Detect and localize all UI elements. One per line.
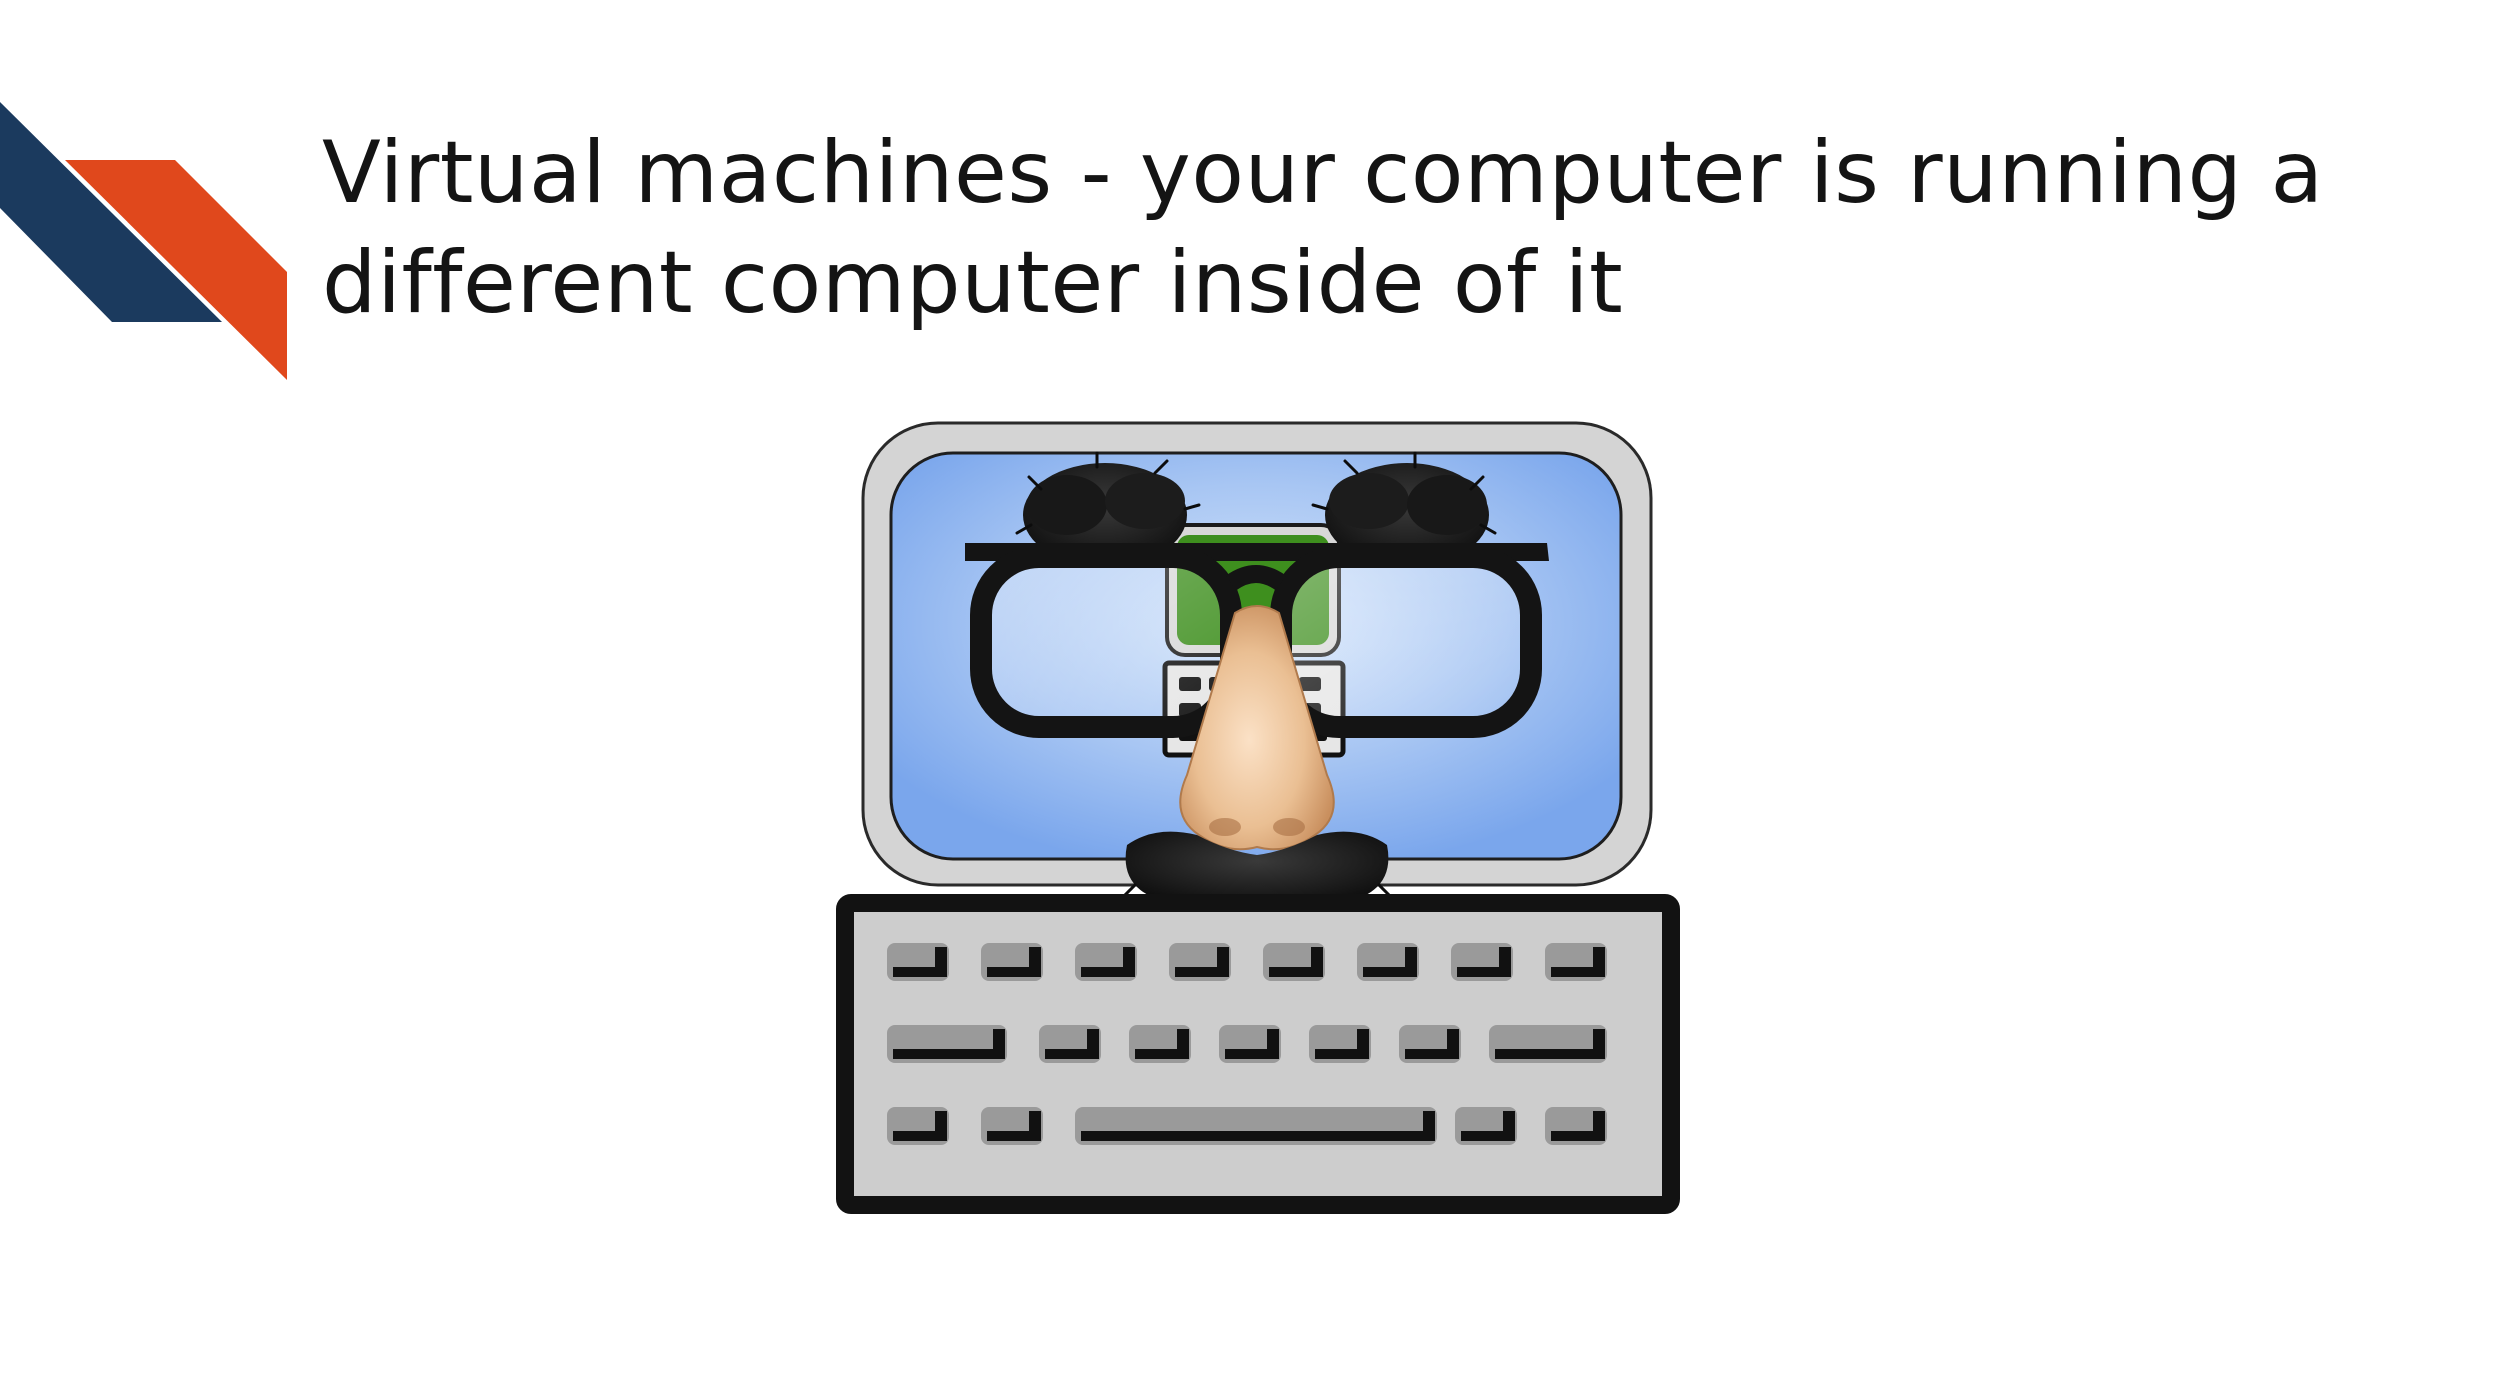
disguised-computer-icon [836, 421, 1680, 1214]
corner-stripes-decoration [0, 102, 287, 380]
slide-title: Virtual machines - your computer is runn… [322, 123, 2324, 333]
slide: Virtual machines - your computer is runn… [0, 0, 2500, 1388]
keyboard-row-3 [887, 1107, 1607, 1145]
keyboard [836, 894, 1680, 1214]
spacebar [1075, 1107, 1437, 1145]
keyboard-row-2 [887, 1025, 1607, 1063]
